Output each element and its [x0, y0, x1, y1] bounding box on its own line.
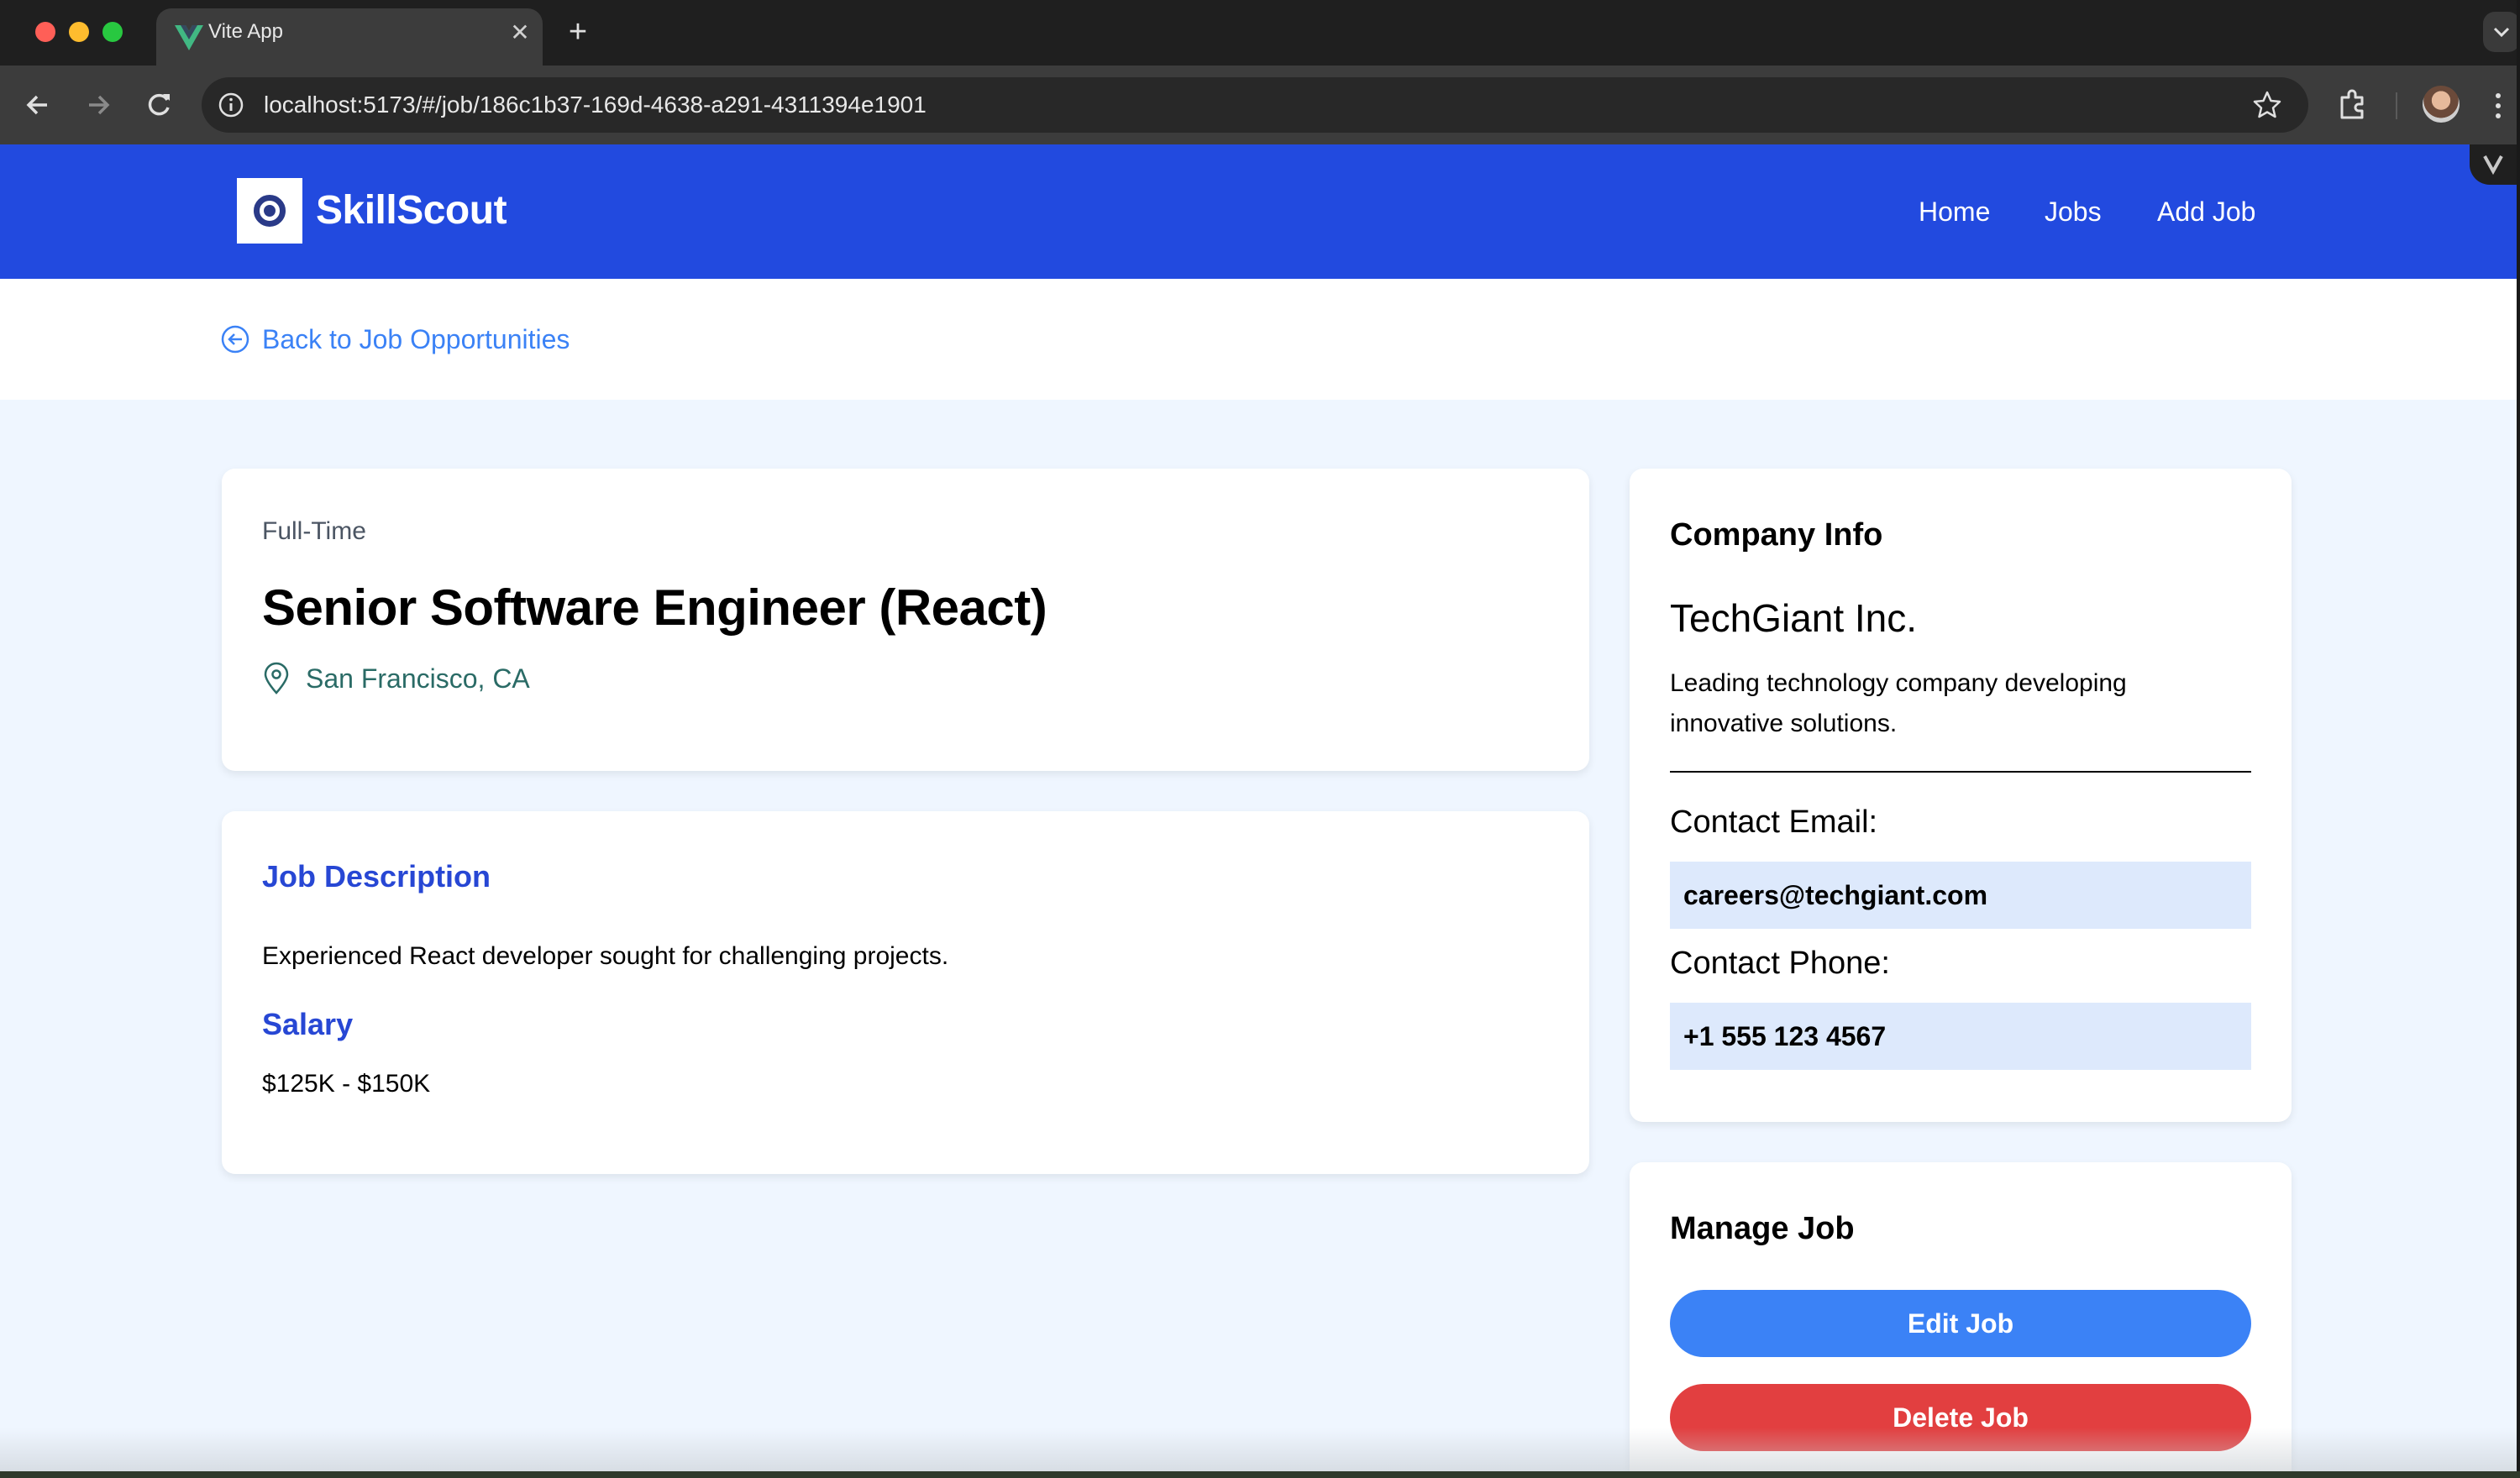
window-close-button[interactable] — [35, 22, 55, 42]
contact-phone-value: +1 555 123 4567 — [1670, 1003, 2251, 1070]
tab-close-icon[interactable]: ✕ — [507, 20, 533, 45]
contact-phone-label: Contact Phone: — [1670, 946, 1890, 981]
company-description: Leading technology company developing in… — [1670, 669, 2127, 737]
job-type: Full-Time — [262, 517, 366, 545]
contact-email-label: Contact Email: — [1670, 805, 1878, 840]
back-arrow-icon[interactable] — [18, 86, 57, 124]
window-bottom-shadow — [0, 1428, 2517, 1471]
manage-job-card: Manage Job Edit Job Delete Job — [1630, 1162, 2292, 1471]
window-maximize-button[interactable] — [102, 22, 123, 42]
contact-email-value: careers@techgiant.com — [1670, 862, 2251, 929]
vue-devtools-toggle[interactable] — [2470, 144, 2517, 185]
vue-devtools-icon — [2483, 155, 2503, 176]
map-pin-icon — [264, 662, 289, 694]
back-link-bar: Back to Job Opportunities — [0, 279, 2517, 400]
forward-arrow-icon[interactable] — [79, 86, 118, 124]
more-menu-icon[interactable] — [2488, 87, 2508, 124]
reload-icon[interactable] — [139, 86, 178, 124]
job-summary-card: Full-Time Senior Software Engineer (Reac… — [222, 469, 1589, 771]
job-location-text: San Francisco, CA — [306, 663, 530, 694]
browser-toolbar: localhost:5173/#/job/186c1b37-169d-4638-… — [0, 66, 2517, 144]
arrow-left-circle-icon — [221, 325, 249, 354]
extensions-puzzle-icon[interactable] — [2334, 84, 2374, 124]
site-info-icon[interactable] — [217, 91, 245, 119]
browser-window: Vite App ✕ + localhost:5173/#/job/186c1b… — [0, 0, 2517, 1471]
toolbar-divider — [2396, 92, 2397, 119]
bookmark-star-icon[interactable] — [2251, 89, 2283, 121]
nav-link-home[interactable]: Home — [1919, 195, 1990, 228]
edit-job-button[interactable]: Edit Job — [1670, 1290, 2251, 1357]
company-info-heading: Company Info — [1670, 517, 1883, 553]
tab-title: Vite App — [208, 20, 283, 43]
logo-icon[interactable] — [237, 178, 302, 244]
chevron-down-icon — [2493, 27, 2510, 38]
address-bar[interactable]: localhost:5173/#/job/186c1b37-169d-4638-… — [202, 77, 2308, 133]
nav-link-jobs[interactable]: Jobs — [2045, 195, 2102, 228]
job-description-card: Job Description Experienced React develo… — [222, 811, 1589, 1174]
manage-job-heading: Manage Job — [1670, 1211, 1855, 1246]
window-minimize-button[interactable] — [69, 22, 89, 42]
app-header: SkillScout Home Jobs Add Job — [0, 144, 2517, 279]
brand-name[interactable]: SkillScout — [316, 186, 507, 235]
job-location: San Francisco, CA — [262, 662, 530, 695]
job-title: Senior Software Engineer (React) — [262, 579, 1047, 636]
back-link-label: Back to Job Opportunities — [262, 324, 570, 354]
logo-dot — [264, 205, 276, 217]
company-name: TechGiant Inc. — [1670, 596, 1918, 640]
company-divider — [1670, 771, 2251, 773]
browser-tab-strip: Vite App ✕ + — [0, 0, 2517, 66]
company-info-card: Company Info TechGiant Inc. Leading tech… — [1630, 469, 2292, 1122]
vue-logo-icon — [175, 25, 203, 50]
tab-search-button[interactable] — [2483, 12, 2517, 52]
browser-tab-active[interactable]: Vite App ✕ — [156, 8, 543, 66]
back-to-jobs-link[interactable]: Back to Job Opportunities — [220, 322, 570, 356]
job-description-text: Experienced React developer sought for c… — [262, 942, 949, 970]
url-text: localhost:5173/#/job/186c1b37-169d-4638-… — [264, 92, 927, 118]
desktop-edge — [2517, 0, 2520, 1478]
profile-avatar[interactable] — [2423, 86, 2460, 123]
desktop-background-strip — [0, 1471, 2520, 1478]
new-tab-button[interactable]: + — [563, 16, 593, 48]
salary-heading: Salary — [262, 1007, 354, 1041]
job-description-heading: Job Description — [262, 859, 491, 894]
nav-link-add-job[interactable]: Add Job — [2157, 195, 2255, 228]
salary-value: $125K - $150K — [262, 1070, 431, 1098]
